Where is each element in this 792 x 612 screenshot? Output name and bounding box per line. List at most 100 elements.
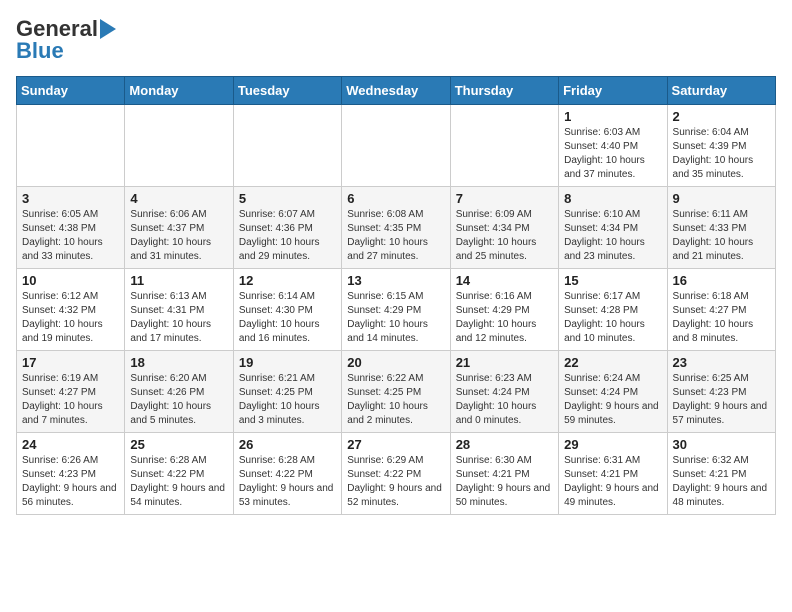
day-sun-info: Sunrise: 6:21 AM Sunset: 4:25 PM Dayligh… — [239, 372, 336, 428]
calendar-cell: 19 Sunrise: 6:21 AM Sunset: 4:25 PM Dayli… — [233, 351, 341, 433]
day-sun-info: Sunrise: 6:09 AM Sunset: 4:34 PM Dayligh… — [456, 208, 553, 264]
day-sun-info: Sunrise: 6:26 AM Sunset: 4:23 PM Dayligh… — [22, 454, 119, 510]
calendar-cell — [450, 105, 558, 187]
calendar-week-row: 10 Sunrise: 6:12 AM Sunset: 4:32 PM Dayli… — [17, 269, 776, 351]
day-number: 19 — [239, 355, 336, 370]
day-of-week-header: Sunday — [17, 77, 125, 105]
calendar-cell: 20 Sunrise: 6:22 AM Sunset: 4:25 PM Dayli… — [342, 351, 450, 433]
calendar-week-row: 17 Sunrise: 6:19 AM Sunset: 4:27 PM Dayli… — [17, 351, 776, 433]
day-of-week-header: Wednesday — [342, 77, 450, 105]
logo: General Blue — [16, 16, 116, 64]
calendar-cell: 14 Sunrise: 6:16 AM Sunset: 4:29 PM Dayli… — [450, 269, 558, 351]
day-number: 11 — [130, 273, 227, 288]
day-number: 28 — [456, 437, 553, 452]
day-number: 14 — [456, 273, 553, 288]
day-number: 10 — [22, 273, 119, 288]
calendar-cell: 21Sunrise: 6:23 AM Sunset: 4:24 PM Dayli… — [450, 351, 558, 433]
calendar-cell: 6 Sunrise: 6:08 AM Sunset: 4:35 PM Daylig… — [342, 187, 450, 269]
day-number: 27 — [347, 437, 444, 452]
day-number: 5 — [239, 191, 336, 206]
calendar-cell: 16 Sunrise: 6:18 AM Sunset: 4:27 PM Dayli… — [667, 269, 775, 351]
day-number: 23 — [673, 355, 770, 370]
day-sun-info: Sunrise: 6:06 AM Sunset: 4:37 PM Dayligh… — [130, 208, 227, 264]
calendar-cell — [342, 105, 450, 187]
logo-arrow-icon — [100, 19, 116, 39]
day-number: 2 — [673, 109, 770, 124]
day-sun-info: Sunrise: 6:29 AM Sunset: 4:22 PM Dayligh… — [347, 454, 444, 510]
day-sun-info: Sunrise: 6:04 AM Sunset: 4:39 PM Dayligh… — [673, 126, 770, 182]
day-sun-info: Sunrise: 6:03 AM Sunset: 4:40 PM Dayligh… — [564, 126, 661, 182]
calendar-cell: 22Sunrise: 6:24 AM Sunset: 4:24 PM Dayli… — [559, 351, 667, 433]
calendar-cell: 13Sunrise: 6:15 AM Sunset: 4:29 PM Dayli… — [342, 269, 450, 351]
day-sun-info: Sunrise: 6:19 AM Sunset: 4:27 PM Dayligh… — [22, 372, 119, 428]
day-sun-info: Sunrise: 6:05 AM Sunset: 4:38 PM Dayligh… — [22, 208, 119, 264]
calendar-cell — [17, 105, 125, 187]
calendar-table: SundayMondayTuesdayWednesdayThursdayFrid… — [16, 76, 776, 515]
calendar-cell: 27 Sunrise: 6:29 AM Sunset: 4:22 PM Dayli… — [342, 433, 450, 515]
calendar-cell: 9 Sunrise: 6:11 AM Sunset: 4:33 PM Daylig… — [667, 187, 775, 269]
day-of-week-header: Saturday — [667, 77, 775, 105]
calendar-cell: 29Sunrise: 6:31 AM Sunset: 4:21 PM Dayli… — [559, 433, 667, 515]
day-sun-info: Sunrise: 6:18 AM Sunset: 4:27 PM Dayligh… — [673, 290, 770, 346]
day-sun-info: Sunrise: 6:31 AM Sunset: 4:21 PM Dayligh… — [564, 454, 661, 510]
calendar-week-row: 24 Sunrise: 6:26 AM Sunset: 4:23 PM Dayli… — [17, 433, 776, 515]
calendar-cell — [233, 105, 341, 187]
day-sun-info: Sunrise: 6:25 AM Sunset: 4:23 PM Dayligh… — [673, 372, 770, 428]
day-sun-info: Sunrise: 6:20 AM Sunset: 4:26 PM Dayligh… — [130, 372, 227, 428]
day-number: 13 — [347, 273, 444, 288]
day-sun-info: Sunrise: 6:07 AM Sunset: 4:36 PM Dayligh… — [239, 208, 336, 264]
day-sun-info: Sunrise: 6:32 AM Sunset: 4:21 PM Dayligh… — [673, 454, 770, 510]
day-number: 16 — [673, 273, 770, 288]
calendar-cell: 28Sunrise: 6:30 AM Sunset: 4:21 PM Dayli… — [450, 433, 558, 515]
calendar-cell — [125, 105, 233, 187]
day-sun-info: Sunrise: 6:17 AM Sunset: 4:28 PM Dayligh… — [564, 290, 661, 346]
day-number: 6 — [347, 191, 444, 206]
day-number: 3 — [22, 191, 119, 206]
page-header: General Blue — [16, 16, 776, 64]
day-number: 15 — [564, 273, 661, 288]
calendar-week-row: 3 Sunrise: 6:05 AM Sunset: 4:38 PM Daylig… — [17, 187, 776, 269]
day-sun-info: Sunrise: 6:28 AM Sunset: 4:22 PM Dayligh… — [130, 454, 227, 510]
day-sun-info: Sunrise: 6:11 AM Sunset: 4:33 PM Dayligh… — [673, 208, 770, 264]
calendar-cell: 17 Sunrise: 6:19 AM Sunset: 4:27 PM Dayli… — [17, 351, 125, 433]
calendar-cell: 5 Sunrise: 6:07 AM Sunset: 4:36 PM Daylig… — [233, 187, 341, 269]
day-number: 8 — [564, 191, 661, 206]
day-number: 26 — [239, 437, 336, 452]
calendar-header-row: SundayMondayTuesdayWednesdayThursdayFrid… — [17, 77, 776, 105]
calendar-cell: 3 Sunrise: 6:05 AM Sunset: 4:38 PM Daylig… — [17, 187, 125, 269]
calendar-cell: 26 Sunrise: 6:28 AM Sunset: 4:22 PM Dayli… — [233, 433, 341, 515]
day-sun-info: Sunrise: 6:14 AM Sunset: 4:30 PM Dayligh… — [239, 290, 336, 346]
calendar-cell: 15 Sunrise: 6:17 AM Sunset: 4:28 PM Dayli… — [559, 269, 667, 351]
calendar-cell: 18 Sunrise: 6:20 AM Sunset: 4:26 PM Dayli… — [125, 351, 233, 433]
calendar-cell: 11Sunrise: 6:13 AM Sunset: 4:31 PM Dayli… — [125, 269, 233, 351]
calendar-cell: 8 Sunrise: 6:10 AM Sunset: 4:34 PM Daylig… — [559, 187, 667, 269]
day-sun-info: Sunrise: 6:24 AM Sunset: 4:24 PM Dayligh… — [564, 372, 661, 428]
day-number: 9 — [673, 191, 770, 206]
calendar-cell: 24 Sunrise: 6:26 AM Sunset: 4:23 PM Dayli… — [17, 433, 125, 515]
day-number: 30 — [673, 437, 770, 452]
day-sun-info: Sunrise: 6:16 AM Sunset: 4:29 PM Dayligh… — [456, 290, 553, 346]
day-sun-info: Sunrise: 6:08 AM Sunset: 4:35 PM Dayligh… — [347, 208, 444, 264]
calendar-cell: 4 Sunrise: 6:06 AM Sunset: 4:37 PM Daylig… — [125, 187, 233, 269]
calendar-cell: 7 Sunrise: 6:09 AM Sunset: 4:34 PM Daylig… — [450, 187, 558, 269]
day-of-week-header: Friday — [559, 77, 667, 105]
calendar-cell: 25Sunrise: 6:28 AM Sunset: 4:22 PM Dayli… — [125, 433, 233, 515]
day-number: 12 — [239, 273, 336, 288]
calendar-week-row: 1Sunrise: 6:03 AM Sunset: 4:40 PM Daylig… — [17, 105, 776, 187]
day-sun-info: Sunrise: 6:12 AM Sunset: 4:32 PM Dayligh… — [22, 290, 119, 346]
day-of-week-header: Tuesday — [233, 77, 341, 105]
day-number: 18 — [130, 355, 227, 370]
calendar-cell: 30 Sunrise: 6:32 AM Sunset: 4:21 PM Dayli… — [667, 433, 775, 515]
calendar-body: 1Sunrise: 6:03 AM Sunset: 4:40 PM Daylig… — [17, 105, 776, 515]
day-sun-info: Sunrise: 6:22 AM Sunset: 4:25 PM Dayligh… — [347, 372, 444, 428]
day-number: 4 — [130, 191, 227, 206]
day-number: 20 — [347, 355, 444, 370]
day-number: 24 — [22, 437, 119, 452]
day-sun-info: Sunrise: 6:28 AM Sunset: 4:22 PM Dayligh… — [239, 454, 336, 510]
logo-text-blue: Blue — [16, 38, 64, 64]
day-number: 7 — [456, 191, 553, 206]
day-of-week-header: Thursday — [450, 77, 558, 105]
day-sun-info: Sunrise: 6:10 AM Sunset: 4:34 PM Dayligh… — [564, 208, 661, 264]
calendar-cell: 1Sunrise: 6:03 AM Sunset: 4:40 PM Daylig… — [559, 105, 667, 187]
day-number: 17 — [22, 355, 119, 370]
